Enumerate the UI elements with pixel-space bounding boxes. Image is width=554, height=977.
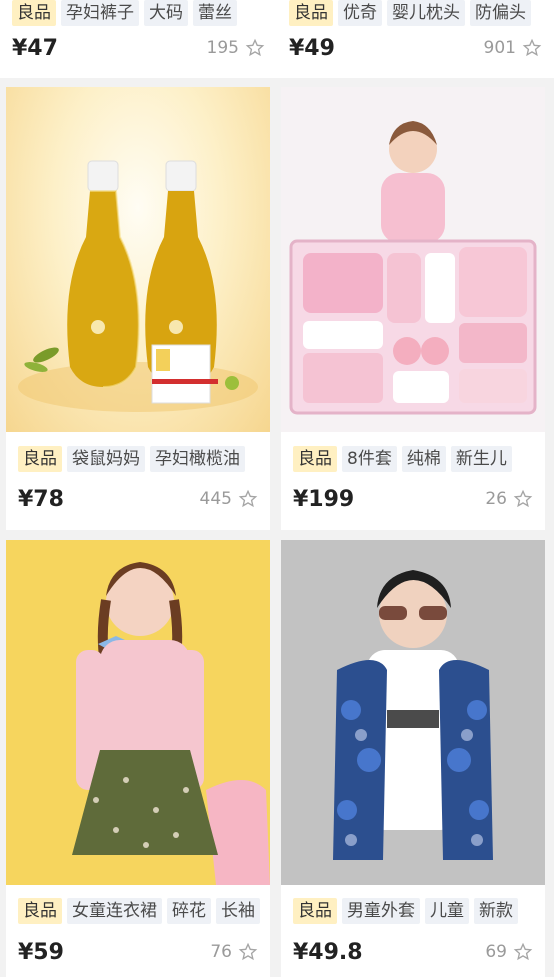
like-meta[interactable]: 195 — [207, 38, 265, 58]
olive-oil-bottles-illustration — [18, 160, 258, 412]
product-image-baby-gift-set[interactable] — [281, 87, 545, 432]
like-count: 195 — [206, 38, 239, 58]
like-meta[interactable]: 445 — [200, 489, 258, 509]
like-meta[interactable]: 901 — [484, 38, 542, 58]
like-count: 901 — [483, 38, 516, 58]
tag: 碎花 — [167, 898, 211, 924]
tag-good: 良品 — [18, 446, 62, 472]
like-count: 445 — [199, 489, 232, 509]
star-outline-icon[interactable] — [522, 38, 542, 58]
product-tags: 良品 男童外套 儿童 新款 — [293, 898, 518, 924]
tag-good: 良品 — [293, 898, 337, 924]
product-tags: 良品 女童连衣裙 碎花 长袖 — [18, 898, 260, 924]
tag: 女童连衣裙 — [67, 898, 162, 924]
tag: 长袖 — [216, 898, 260, 924]
tag: 婴儿枕头 — [387, 0, 465, 26]
tag: 孕妇裤子 — [61, 0, 139, 26]
product-price: ¥78 — [18, 487, 64, 512]
tag: 大码 — [144, 0, 188, 26]
tag: 蕾丝 — [193, 0, 237, 26]
star-outline-icon[interactable] — [513, 942, 533, 962]
product-card-3[interactable]: 良品 袋鼠妈妈 孕妇橄榄油 ¥78 445 — [6, 87, 270, 530]
boy-jacket-illustration — [333, 570, 493, 860]
product-image-girls-dress[interactable] — [6, 540, 270, 885]
product-price: ¥47 — [12, 36, 58, 61]
product-card-4[interactable]: 良品 8件套 纯棉 新生儿 ¥199 26 — [281, 87, 545, 530]
like-count: 69 — [485, 942, 507, 962]
girl-dress-illustration — [72, 562, 270, 885]
tag-good: 良品 — [18, 898, 62, 924]
product-card-2[interactable]: 良品 优奇 婴儿枕头 防偏头 ¥49 901 — [277, 0, 554, 78]
tag: 防偏头 — [470, 0, 531, 26]
baby-gift-set-illustration — [289, 121, 537, 415]
product-card-5[interactable]: 良品 女童连衣裙 碎花 长袖 ¥59 76 — [6, 540, 270, 977]
product-tags: 良品 孕妇裤子 大码 蕾丝 — [12, 0, 237, 26]
product-price: ¥49.8 — [293, 940, 363, 965]
product-image-olive-oil[interactable] — [6, 87, 270, 432]
tag: 8件套 — [342, 446, 397, 472]
tag-good: 良品 — [293, 446, 337, 472]
product-tags: 良品 袋鼠妈妈 孕妇橄榄油 — [18, 446, 245, 472]
tag: 新生儿 — [450, 446, 512, 472]
tag: 孕妇橄榄油 — [150, 446, 245, 472]
product-card-1[interactable]: 良品 孕妇裤子 大码 蕾丝 ¥47 195 — [0, 0, 277, 78]
product-tags: 良品 优奇 婴儿枕头 防偏头 — [289, 0, 531, 26]
like-meta[interactable]: 76 — [210, 942, 258, 962]
product-card-6[interactable]: 良品 男童外套 儿童 新款 ¥49.8 69 — [281, 540, 545, 977]
like-count: 76 — [210, 942, 232, 962]
like-meta[interactable]: 69 — [485, 942, 533, 962]
star-outline-icon[interactable] — [238, 489, 258, 509]
tag-good: 良品 — [12, 0, 56, 26]
tag: 优奇 — [338, 0, 382, 26]
product-price: ¥49 — [289, 36, 335, 61]
tag: 纯棉 — [401, 446, 446, 472]
star-outline-icon[interactable] — [238, 942, 258, 962]
tag: 新款 — [474, 898, 518, 924]
tag-good: 良品 — [289, 0, 333, 26]
star-outline-icon[interactable] — [513, 489, 533, 509]
product-price: ¥59 — [18, 940, 64, 965]
tag: 袋鼠妈妈 — [67, 446, 145, 472]
like-meta[interactable]: 26 — [485, 489, 533, 509]
tag: 儿童 — [425, 898, 469, 924]
star-outline-icon[interactable] — [245, 38, 265, 58]
tag: 男童外套 — [342, 898, 420, 924]
product-tags: 良品 8件套 纯棉 新生儿 — [293, 446, 512, 472]
product-price: ¥199 — [293, 487, 355, 512]
like-count: 26 — [485, 489, 507, 509]
product-image-boys-jacket[interactable] — [281, 540, 545, 885]
